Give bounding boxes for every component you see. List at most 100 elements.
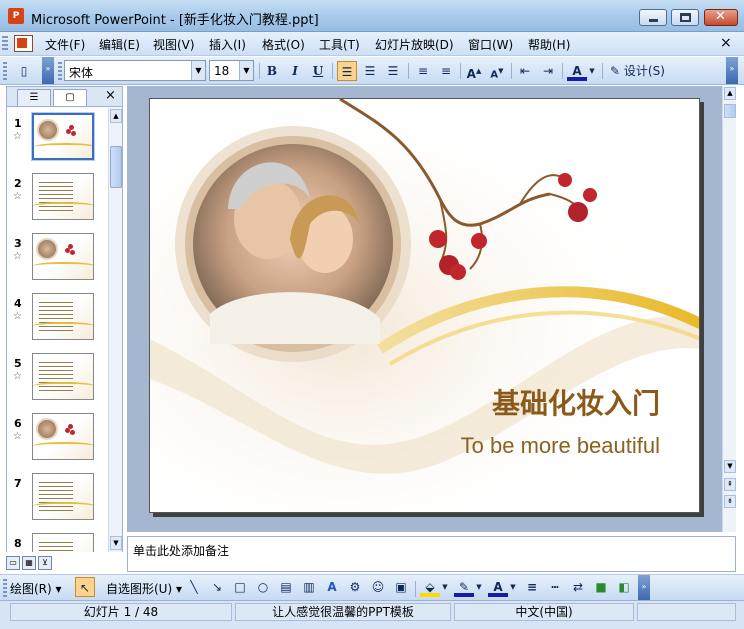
align-right-icon[interactable]: ☰ <box>383 61 403 81</box>
numbering-icon[interactable]: ≡ <box>413 61 433 81</box>
slide-sorter-view-icon[interactable]: ▦ <box>22 556 36 570</box>
menu-edit[interactable]: 编辑(E) <box>99 36 140 53</box>
toolbar-grip[interactable] <box>3 579 7 597</box>
oval-tool-icon[interactable]: ○ <box>253 577 273 597</box>
underline-button[interactable]: U <box>308 61 328 81</box>
scroll-down-icon[interactable]: ▼ <box>110 536 122 550</box>
bullets-icon[interactable]: ≡ <box>436 61 456 81</box>
dash-style-icon[interactable]: ┅ <box>545 577 565 597</box>
chevron-down-icon[interactable]: ▼ <box>508 577 518 597</box>
toolbar-options-chevron-icon[interactable]: » <box>638 575 650 600</box>
scroll-up-icon[interactable]: ▲ <box>724 87 736 100</box>
slide-thumbnail-row[interactable]: 8 <box>7 531 108 552</box>
slide-thumbnail[interactable] <box>32 353 94 400</box>
decrease-indent-icon[interactable]: ⇤ <box>515 61 535 81</box>
slide-thumbnail[interactable] <box>32 173 94 220</box>
menu-window[interactable]: 窗口(W) <box>468 36 513 53</box>
menu-file[interactable]: 文件(F) <box>45 36 85 53</box>
menu-tools[interactable]: 工具(T) <box>319 36 360 53</box>
slide-thumbnail[interactable] <box>32 293 94 340</box>
slide-thumbnail-row[interactable]: 1 ☆ <box>7 111 108 171</box>
line-color-icon[interactable]: ✎ <box>454 577 474 597</box>
italic-button[interactable]: I <box>285 61 305 81</box>
scrollbar-thumb[interactable] <box>724 104 736 118</box>
wordart-icon[interactable]: A <box>322 577 342 597</box>
thumbnail-scrollbar[interactable]: ▲ ▼ <box>108 108 122 552</box>
arrow-tool-icon[interactable]: ↘ <box>207 577 227 597</box>
rectangle-tool-icon[interactable]: □ <box>230 577 250 597</box>
toolbar-grip[interactable] <box>3 62 7 80</box>
chevron-down-icon[interactable]: ▼ <box>587 61 597 81</box>
text-color-icon[interactable]: A <box>488 577 508 597</box>
slide-scrollbar[interactable]: ▲ ▼ ⇞ ⇟ <box>722 86 736 532</box>
previous-slide-icon[interactable]: ⇞ <box>724 478 736 491</box>
notes-pane[interactable]: 单击此处添加备注 <box>127 536 736 572</box>
new-slide-icon[interactable]: ▯ <box>14 61 34 81</box>
close-window-button[interactable]: ✕ <box>704 9 738 26</box>
shadow-style-icon[interactable]: ■ <box>591 577 611 597</box>
slideshow-view-icon[interactable]: ⊻ <box>38 556 52 570</box>
document-icon[interactable] <box>14 35 33 52</box>
maximize-button[interactable] <box>671 9 699 26</box>
chevron-down-icon[interactable]: ▼ <box>239 61 253 80</box>
3d-style-icon[interactable]: ◧ <box>614 577 634 597</box>
font-size-combo[interactable]: 18 ▼ <box>209 60 254 81</box>
slide-subtitle[interactable]: To be more beautiful <box>461 433 660 459</box>
autoshapes-menu[interactable]: 自选图形(U) ▾ <box>106 580 182 597</box>
slide-thumbnail-row[interactable]: 6 ☆ <box>7 411 108 471</box>
slide-thumbnail-row[interactable]: 7 <box>7 471 108 531</box>
font-color-icon[interactable]: A <box>567 61 587 81</box>
scroll-up-icon[interactable]: ▲ <box>110 109 122 123</box>
tab-outline[interactable]: ☰ <box>17 89 51 106</box>
clipart-icon[interactable]: ☺ <box>368 577 388 597</box>
scrollbar-thumb[interactable] <box>110 146 122 188</box>
menu-format[interactable]: 格式(O) <box>262 36 305 53</box>
draw-menu[interactable]: 绘图(R) ▾ <box>10 580 62 597</box>
minimize-button[interactable] <box>639 9 667 26</box>
align-center-icon[interactable]: ☰ <box>360 61 380 81</box>
slide-thumbnail[interactable] <box>31 112 95 161</box>
slide-thumbnail[interactable] <box>32 533 94 552</box>
toolbar-options-chevron-icon[interactable]: » <box>726 57 738 84</box>
slide-thumbnail-row[interactable]: 4 ☆ <box>7 291 108 351</box>
insert-picture-icon[interactable]: ▣ <box>391 577 411 597</box>
bold-button[interactable]: B <box>262 61 282 81</box>
next-slide-icon[interactable]: ⇟ <box>724 495 736 508</box>
normal-view-icon[interactable]: ▭ <box>6 556 20 570</box>
chevron-down-icon[interactable]: ▼ <box>474 577 484 597</box>
line-tool-icon[interactable]: ╲ <box>184 577 204 597</box>
close-document-icon[interactable]: × <box>720 35 732 51</box>
vertical-textbox-icon[interactable]: ▥ <box>299 577 319 597</box>
toolbar-grip-2[interactable] <box>58 62 62 80</box>
slide-thumbnail[interactable] <box>32 233 94 280</box>
diagram-icon[interactable]: ⚙ <box>345 577 365 597</box>
chevron-down-icon[interactable]: ▼ <box>440 577 450 597</box>
font-name-combo[interactable]: 宋体 ▼ <box>64 60 206 81</box>
tab-slides[interactable]: ▢ <box>53 89 87 106</box>
menu-insert[interactable]: 插入(I) <box>209 36 246 53</box>
fill-color-icon[interactable]: ⬙ <box>420 577 440 597</box>
close-pane-icon[interactable]: × <box>105 88 116 103</box>
arrow-style-icon[interactable]: ⇄ <box>568 577 588 597</box>
align-left-icon[interactable]: ☰ <box>337 61 357 81</box>
toolbar-options-chevron-icon[interactable]: » <box>42 57 54 84</box>
textbox-icon[interactable]: ▤ <box>276 577 296 597</box>
decrease-font-icon[interactable]: A▼ <box>487 61 507 81</box>
increase-font-icon[interactable]: A▲ <box>464 61 484 81</box>
line-style-icon[interactable]: ≡ <box>522 577 542 597</box>
menu-grip[interactable] <box>2 36 8 52</box>
scroll-down-icon[interactable]: ▼ <box>724 460 736 473</box>
slide-thumbnail[interactable] <box>32 473 94 520</box>
slide-thumbnail-row[interactable]: 3 ☆ <box>7 231 108 291</box>
powerpoint-app-icon[interactable]: P <box>8 8 24 24</box>
slide-thumbnail-list[interactable]: 1 ☆ 2 ☆ 3 ☆ 4 ☆ 5 ☆ 6 ☆ 7 8 <box>7 108 108 552</box>
menu-help[interactable]: 帮助(H) <box>528 36 570 53</box>
increase-indent-icon[interactable]: ⇥ <box>538 61 558 81</box>
slide-title[interactable]: 基础化妆入门 <box>492 382 660 422</box>
select-objects-icon[interactable]: ↖ <box>75 577 95 597</box>
menu-view[interactable]: 视图(V) <box>153 36 195 53</box>
menu-slideshow[interactable]: 幻灯片放映(D) <box>375 36 454 53</box>
design-button[interactable]: ✎ 设计(S) <box>608 61 670 81</box>
slide-thumbnail-row[interactable]: 5 ☆ <box>7 351 108 411</box>
chevron-down-icon[interactable]: ▼ <box>191 61 205 80</box>
